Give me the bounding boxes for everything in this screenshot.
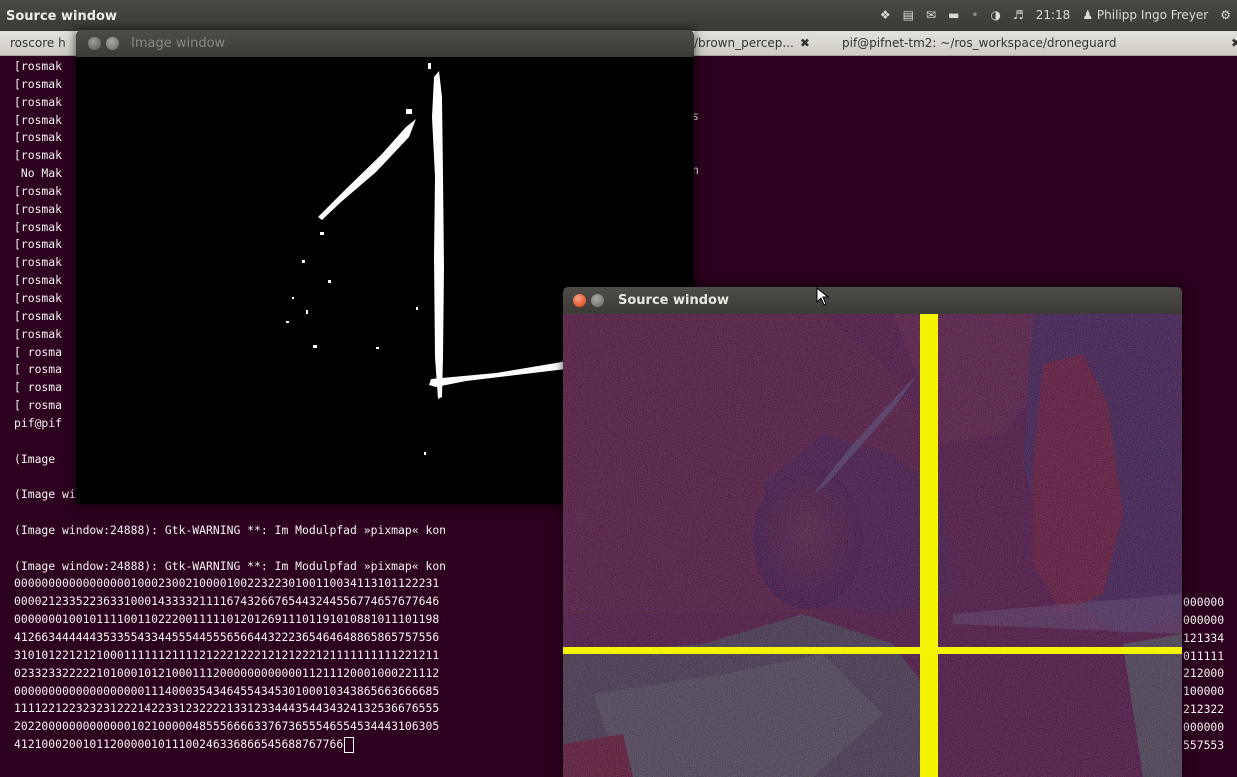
tab-droneguard[interactable]: pif@pifnet-tm2: ~/ros_workspace/dronegua… xyxy=(842,31,1237,55)
battery-icon[interactable]: ▬ xyxy=(948,8,959,22)
terminal-line-fragment: 011111 xyxy=(1183,648,1225,663)
user-name: Philipp Ingo Freyer xyxy=(1096,8,1209,22)
user-icon: ♟ xyxy=(1082,8,1094,22)
minimize-icon[interactable] xyxy=(106,37,119,50)
close-icon[interactable] xyxy=(88,37,101,50)
active-window-title: Source window xyxy=(6,9,117,24)
terminal-line-fragment: 121334 xyxy=(1183,630,1225,645)
terminal-line-fragment: 212000 xyxy=(1183,666,1225,681)
top-panel: Source window ❖ ▤ ✉ ▬ • ◑ ♬ 21:18 ♟ Phil… xyxy=(0,0,1237,31)
window-titlebar[interactable]: Image window xyxy=(76,30,694,57)
camera-feed-image xyxy=(563,314,1182,777)
user-menu[interactable]: ♟ Philipp Ingo Freyer xyxy=(1082,8,1208,22)
terminal-cursor xyxy=(344,736,355,753)
mouse-pointer-icon xyxy=(816,287,830,306)
close-tab-icon[interactable]: ✖ xyxy=(800,36,810,50)
tab-roscore[interactable]: roscore h xyxy=(10,31,76,55)
clock[interactable]: 21:18 xyxy=(1036,8,1071,22)
terminal-line-fragment: 557553 xyxy=(1183,737,1225,752)
terminal-line-fragment: 212322 xyxy=(1183,702,1225,717)
terminal-line-fragment: 100000 xyxy=(1183,684,1225,699)
wifi-icon[interactable]: ◑ xyxy=(990,8,1000,22)
volume-icon[interactable]: ♬ xyxy=(1013,8,1024,22)
power-icon[interactable]: ⚙ xyxy=(1220,8,1231,22)
close-tab-icon[interactable]: ✖ xyxy=(1231,31,1237,55)
notes-icon[interactable]: ▤ xyxy=(903,8,914,22)
terminal-line-fragment: 000000 xyxy=(1183,595,1225,609)
terminal-line-fragment: 000000 xyxy=(1183,719,1225,734)
indicator-area: ❖ ▤ ✉ ▬ • ◑ ♬ 21:18 ♟ Philipp Ingo Freye… xyxy=(880,8,1231,22)
source-window[interactable]: Source window xyxy=(563,287,1182,777)
window-title: Source window xyxy=(618,293,729,308)
window-title: Image window xyxy=(131,36,226,51)
terminal-line-fragment: 000000 xyxy=(1183,612,1225,627)
terminal-right-fragments: 000000 000000 121334 011111 212000 100000 2123… xyxy=(1183,594,1237,755)
window-titlebar[interactable]: Source window xyxy=(563,287,1182,314)
dropbox-icon[interactable]: ❖ xyxy=(880,8,891,22)
minimize-icon[interactable] xyxy=(591,294,604,307)
mail-icon[interactable]: ✉ xyxy=(926,8,936,22)
bluetooth-icon[interactable]: • xyxy=(971,8,978,22)
close-icon[interactable] xyxy=(573,294,586,307)
tab-brown-perception[interactable]: /brown_percep... ✖ xyxy=(694,31,834,55)
